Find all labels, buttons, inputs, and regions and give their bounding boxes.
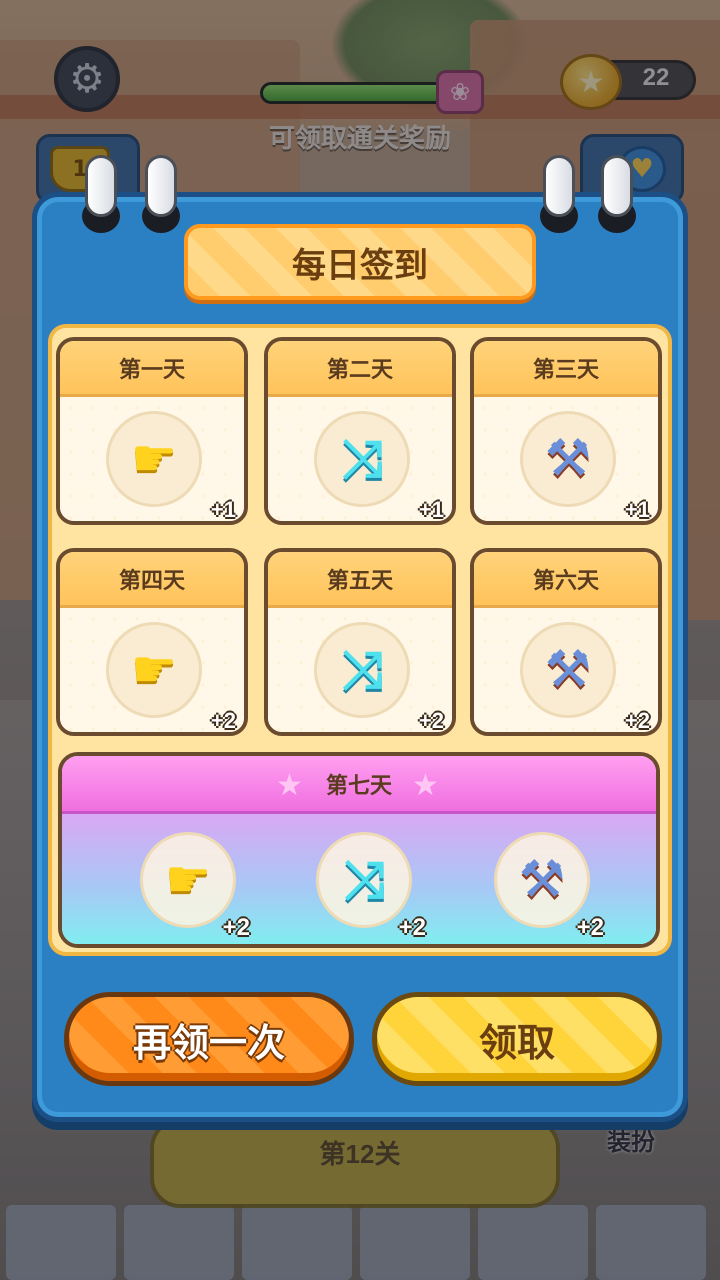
title-banner: 每日签到: [184, 224, 536, 300]
claim-again-label: 再领一次: [132, 1022, 285, 1065]
dialog-title: 每日签到: [292, 246, 428, 285]
day7-label: 第七天: [325, 772, 392, 798]
day-body: ☛ +2: [60, 608, 244, 733]
day-label: 第五天: [326, 567, 393, 593]
day7-reward: ☛ +2: [134, 826, 250, 942]
day-body: ⤨ +2: [268, 608, 452, 733]
shuffle-icon: ⤨: [343, 850, 385, 910]
star-icon: ★: [276, 768, 303, 803]
item-disc: ⤨: [316, 832, 412, 928]
day-label: 第三天: [532, 356, 599, 382]
item-disc: ⤨: [314, 411, 410, 507]
hammer-icon: ⚒: [544, 429, 592, 489]
item-disc: ⤨: [314, 622, 410, 718]
shuffle-icon: ⤨: [341, 429, 383, 489]
pointer-hand-icon: ☛: [130, 640, 178, 700]
reward-quantity: +2: [398, 914, 426, 941]
day-header: 第五天: [268, 552, 452, 608]
day-label: 第一天: [118, 356, 185, 382]
binder-ring: [598, 155, 636, 233]
hammer-icon: ⚒: [518, 850, 566, 910]
binder-ring: [540, 155, 578, 233]
day-card[interactable]: 第二天 ⤨ +1: [264, 337, 456, 525]
reward-quantity: +2: [576, 914, 604, 941]
claim-again-button[interactable]: 再领一次: [64, 992, 354, 1086]
day-header: 第六天: [474, 552, 658, 608]
reward-quantity: +2: [418, 708, 444, 733]
pointer-hand-icon: ☛: [164, 850, 212, 910]
day-body: ⚒ +1: [474, 397, 658, 522]
day-body: ⚒ +2: [474, 608, 658, 733]
item-disc: ☛: [106, 622, 202, 718]
star-icon: ★: [412, 768, 439, 803]
item-disc: ⚒: [520, 411, 616, 507]
reward-quantity: +1: [210, 497, 236, 522]
hammer-icon: ⚒: [544, 640, 592, 700]
day7-card[interactable]: ★ 第七天 ★ ☛ +2 ⤨ +2 ⚒ +2: [58, 752, 660, 948]
day-card[interactable]: 第五天 ⤨ +2: [264, 548, 456, 736]
day7-reward: ⚒ +2: [488, 826, 604, 942]
binder-ring: [82, 155, 120, 233]
day-card[interactable]: 第六天 ⚒ +2: [470, 548, 662, 736]
reward-quantity: +1: [624, 497, 650, 522]
reward-quantity: +2: [624, 708, 650, 733]
day-body: ⤨ +1: [268, 397, 452, 522]
pointer-hand-icon: ☛: [130, 429, 178, 489]
day-label: 第六天: [532, 567, 599, 593]
day-label: 第二天: [326, 356, 393, 382]
day-header: 第二天: [268, 341, 452, 397]
item-disc: ⚒: [494, 832, 590, 928]
day-header: 第三天: [474, 341, 658, 397]
day7-reward: ⤨ +2: [310, 826, 426, 942]
reward-quantity: +1: [418, 497, 444, 522]
day-label: 第四天: [118, 567, 185, 593]
item-disc: ☛: [140, 832, 236, 928]
day-header: 第一天: [60, 341, 244, 397]
day-header: 第四天: [60, 552, 244, 608]
item-disc: ⚒: [520, 622, 616, 718]
claim-label: 领取: [478, 1022, 555, 1065]
day-card[interactable]: 第三天 ⚒ +1: [470, 337, 662, 525]
day-card[interactable]: 第一天 ☛ +1: [56, 337, 248, 525]
binder-ring: [142, 155, 180, 233]
day-body: ☛ +1: [60, 397, 244, 522]
item-disc: ☛: [106, 411, 202, 507]
day7-rewards: ☛ +2 ⤨ +2 ⚒ +2: [62, 814, 656, 944]
reward-quantity: +2: [210, 708, 236, 733]
shuffle-icon: ⤨: [341, 640, 383, 700]
claim-button[interactable]: 领取: [372, 992, 662, 1086]
reward-quantity: +2: [222, 914, 250, 941]
day7-header: ★ 第七天 ★: [62, 756, 656, 814]
day-card[interactable]: 第四天 ☛ +2: [56, 548, 248, 736]
